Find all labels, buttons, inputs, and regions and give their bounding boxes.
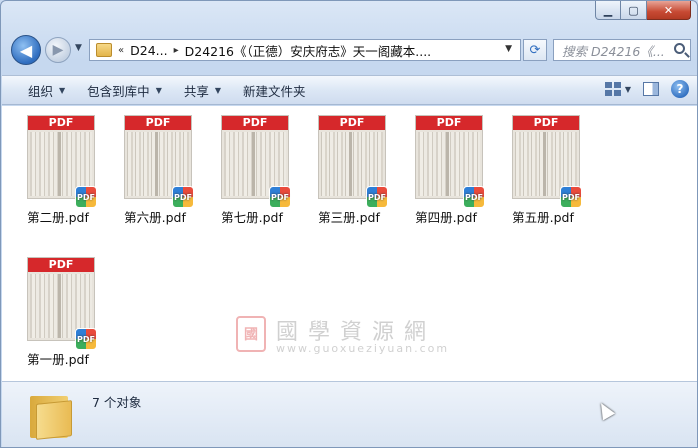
overflow-chevron[interactable]: « [118,45,124,56]
file-item[interactable]: PDF PDF 第一册.pdf [13,248,103,368]
new-folder-button[interactable]: 新建文件夹 [232,78,317,102]
view-options-chevron-icon[interactable]: ▼ [625,85,631,94]
pdf-app-icon: PDF [75,186,97,208]
include-in-library-menu[interactable]: 包含到库中 ▼ [76,78,173,102]
item-count: 7 个对象 [92,395,142,410]
preview-pane-icon[interactable] [643,82,659,96]
search-box[interactable]: 搜索 D24216《... [553,39,691,61]
recent-pages-dropdown[interactable]: ▼ [75,43,82,53]
back-arrow-icon: ◀ [19,40,33,60]
folder-icon [96,43,112,57]
address-bar[interactable]: « D24... ▸ D24216《（正德）安庆府志》天一阁藏本.... ▼ [89,39,521,61]
pdf-app-icon: PDF [75,328,97,350]
pdf-app-icon: PDF [172,186,194,208]
address-dropdown-icon[interactable]: ▼ [505,44,512,54]
search-icon[interactable] [674,43,685,54]
file-item[interactable]: PDF PDF 第四册.pdf [401,106,491,226]
file-name: 第三册.pdf [318,210,380,225]
file-name: 第二册.pdf [27,210,89,225]
refresh-button[interactable]: ⟳ [523,39,547,61]
details-pane: 7 个对象 [2,381,697,447]
pdf-app-icon: PDF [560,186,582,208]
watermark: 國 國學資源網 www.guoxueziyuan.com [236,316,466,356]
navigation-bar: ◀ ▶ ▼ « D24... ▸ D24216《（正德）安庆府志》天一阁藏本..… [9,35,691,65]
forward-arrow-icon: ▶ [52,42,64,58]
close-button[interactable]: ✕ [647,1,691,20]
pdf-banner: PDF [513,116,579,130]
pdf-app-icon: PDF [269,186,291,208]
new-folder-label: 新建文件夹 [243,83,306,99]
caption-buttons: ▁ ▢ ✕ [595,1,691,20]
chevron-down-icon: ▼ [59,85,66,95]
maximize-button[interactable]: ▢ [621,1,647,20]
share-menu[interactable]: 共享 ▼ [173,78,232,102]
folder-icon [30,392,72,440]
organize-menu[interactable]: 组织 ▼ [2,78,76,102]
file-item[interactable]: PDF PDF 第六册.pdf [110,106,200,226]
refresh-icon: ⟳ [529,42,541,58]
file-item[interactable]: PDF PDF 第二册.pdf [13,106,103,226]
help-icon[interactable]: ? [671,80,689,98]
minimize-button[interactable]: ▁ [595,1,621,20]
file-name: 第四册.pdf [415,210,477,225]
search-input[interactable]: 搜索 D24216《... [554,41,666,60]
breadcrumb-current[interactable]: D24216《（正德）安庆府志》天一阁藏本.... [185,41,432,60]
file-name: 第六册.pdf [124,210,186,225]
mouse-cursor-icon [594,399,616,421]
pdf-banner: PDF [222,116,288,130]
change-view-icon[interactable] [604,82,621,96]
include-library-label: 包含到库中 [87,83,150,99]
file-item[interactable]: PDF PDF 第五册.pdf [498,106,588,226]
watermark-seal-icon: 國 [236,316,266,352]
view-controls: ▼ ? [604,80,689,98]
file-name: 第五册.pdf [512,210,574,225]
explorer-window: ▁ ▢ ✕ ◀ ▶ ▼ « D24... ▸ D24216《（正德）安庆府志》天… [0,0,698,448]
forward-button[interactable]: ▶ [45,37,71,63]
organize-label: 组织 [28,83,54,99]
command-bar: 组织 ▼ 包含到库中 ▼ 共享 ▼ 新建文件夹 ▼ ? [2,75,697,105]
file-name: 第七册.pdf [221,210,283,225]
pdf-banner: PDF [319,116,385,130]
breadcrumb-item[interactable]: D24... [130,43,167,58]
pdf-banner: PDF [28,116,94,130]
breadcrumb-separator-icon[interactable]: ▸ [174,45,179,56]
file-item[interactable]: PDF PDF 第七册.pdf [207,106,297,226]
back-button[interactable]: ◀ [11,35,41,65]
pdf-banner: PDF [416,116,482,130]
chevron-down-icon: ▼ [214,85,222,95]
file-list[interactable]: PDF PDF 第二册.pdf PDF PDF 第六册.pdf PDF PDF … [2,106,697,381]
pdf-banner: PDF [28,258,94,272]
pdf-app-icon: PDF [463,186,485,208]
share-label: 共享 [183,83,209,99]
chevron-down-icon: ▼ [155,85,162,95]
file-item[interactable]: PDF PDF 第三册.pdf [304,106,394,226]
file-name: 第一册.pdf [27,352,89,367]
pdf-banner: PDF [125,116,191,130]
pdf-app-icon: PDF [366,186,388,208]
watermark-url: www.guoxueziyuan.com [276,342,450,355]
